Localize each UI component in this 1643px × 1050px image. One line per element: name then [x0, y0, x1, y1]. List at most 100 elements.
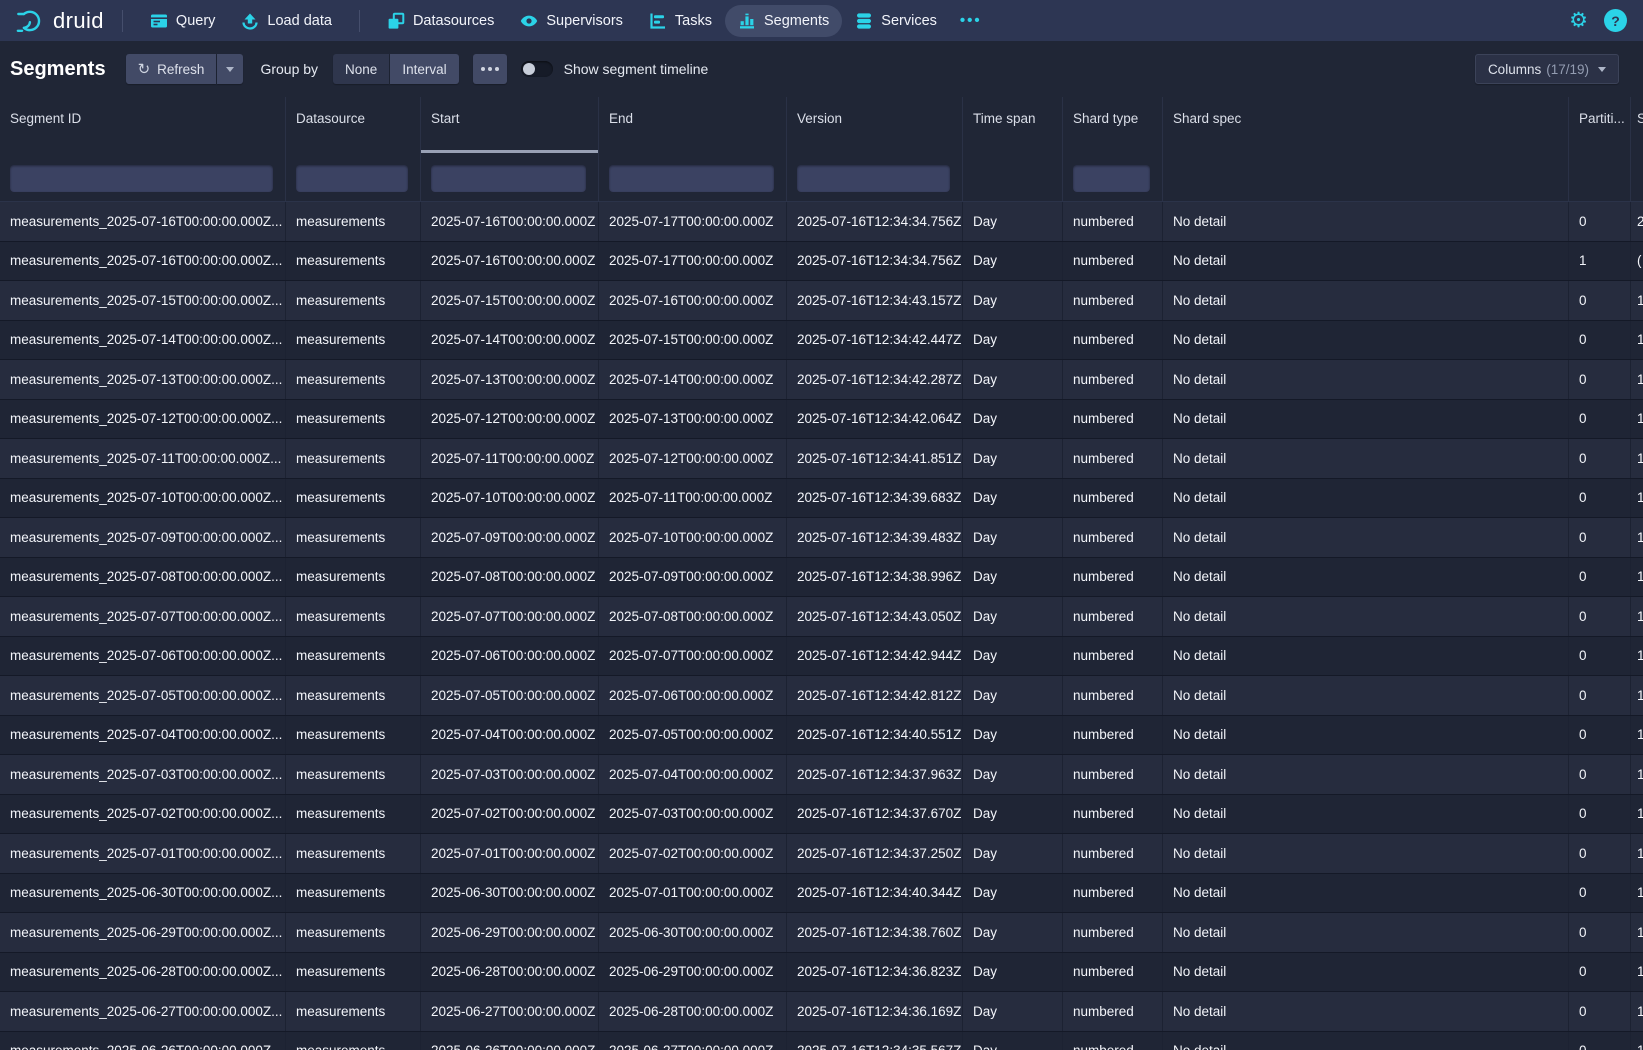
cell-shard-spec: No detail — [1162, 716, 1568, 755]
cell-time-span: Day — [962, 518, 1062, 557]
nav-item-label: Services — [881, 13, 937, 29]
nav-item-label: Load data — [267, 13, 332, 29]
segment-timeline-toggle[interactable] — [521, 61, 553, 77]
column-header-time-span[interactable]: Time span — [962, 97, 1062, 153]
table-row[interactable]: measurements_2025-07-09T00:00:00.000Z...… — [0, 518, 1643, 558]
cell-start: 2025-06-29T00:00:00.000Z — [420, 913, 598, 952]
cell-size: 1 — [1630, 439, 1643, 478]
table-row[interactable]: measurements_2025-07-02T00:00:00.000Z...… — [0, 795, 1643, 835]
cell-shard-type: numbered — [1062, 676, 1162, 715]
cell-partition: 0 — [1568, 755, 1630, 794]
columns-button[interactable]: Columns (17/19) — [1475, 54, 1619, 84]
nav-item-supervisors[interactable]: Supervisors — [507, 5, 636, 37]
column-header-end[interactable]: End — [598, 97, 786, 153]
table-row[interactable]: measurements_2025-07-03T00:00:00.000Z...… — [0, 755, 1643, 795]
table-row[interactable]: measurements_2025-06-28T00:00:00.000Z...… — [0, 953, 1643, 993]
cell-size: 1 — [1630, 795, 1643, 834]
table-row[interactable]: measurements_2025-07-16T00:00:00.000Z...… — [0, 202, 1643, 242]
cell-time-span: Day — [962, 992, 1062, 1031]
cell-version: 2025-07-16T12:34:36.823Z — [786, 953, 962, 992]
filter-input-start[interactable] — [431, 165, 586, 192]
cell-size: 1 — [1630, 558, 1643, 597]
help-icon[interactable]: ? — [1604, 9, 1627, 32]
filter-input-version[interactable] — [797, 165, 950, 192]
column-header-segment-id[interactable]: Segment ID — [0, 97, 285, 153]
cell-datasource: measurements — [285, 242, 420, 281]
nav-more-button[interactable]: ••• — [950, 5, 992, 36]
table-row[interactable]: measurements_2025-07-10T00:00:00.000Z...… — [0, 479, 1643, 519]
cell-partition: 0 — [1568, 597, 1630, 636]
druid-logo[interactable]: druid — [12, 7, 108, 35]
cell-end: 2025-07-06T00:00:00.000Z — [598, 676, 786, 715]
nav-item-datasources[interactable]: Datasources — [374, 5, 507, 37]
cell-size: 1 — [1630, 281, 1643, 320]
table-row[interactable]: measurements_2025-06-27T00:00:00.000Z...… — [0, 992, 1643, 1032]
group-by-interval-button[interactable]: Interval — [390, 54, 458, 84]
cell-shard-type: numbered — [1062, 360, 1162, 399]
cell-end: 2025-07-08T00:00:00.000Z — [598, 597, 786, 636]
table-row[interactable]: measurements_2025-07-05T00:00:00.000Z...… — [0, 676, 1643, 716]
filter-input-shard-type[interactable] — [1073, 165, 1150, 192]
table-row[interactable]: measurements_2025-06-30T00:00:00.000Z...… — [0, 874, 1643, 914]
cell-size: 1 — [1630, 834, 1643, 873]
gantt-icon — [649, 12, 667, 30]
column-header-shard-type[interactable]: Shard type — [1062, 97, 1162, 153]
cell-datasource: measurements — [285, 874, 420, 913]
gear-icon[interactable]: ⚙ — [1569, 10, 1588, 31]
cell-time-span: Day — [962, 400, 1062, 439]
datasources-icon — [387, 12, 405, 30]
table-row[interactable]: measurements_2025-07-01T00:00:00.000Z...… — [0, 834, 1643, 874]
cell-version: 2025-07-16T12:34:38.760Z — [786, 913, 962, 952]
group-by-none-button[interactable]: None — [333, 54, 389, 84]
column-header-start[interactable]: Start — [420, 97, 598, 153]
nav-item-services[interactable]: Services — [842, 5, 950, 37]
cell-end: 2025-06-30T00:00:00.000Z — [598, 913, 786, 952]
cell-start: 2025-07-11T00:00:00.000Z — [420, 439, 598, 478]
nav-item-tasks[interactable]: Tasks — [636, 5, 725, 37]
cell-size: 1 — [1630, 1032, 1643, 1050]
columns-label: Columns — [1488, 62, 1541, 77]
table-row[interactable]: measurements_2025-07-08T00:00:00.000Z...… — [0, 558, 1643, 598]
column-header-shard-spec[interactable]: Shard spec — [1162, 97, 1568, 153]
filter-input-end[interactable] — [609, 165, 774, 192]
column-header-version[interactable]: Version — [786, 97, 962, 153]
cell-partition: 1 — [1568, 242, 1630, 281]
column-header-size[interactable]: S — [1630, 97, 1643, 153]
table-row[interactable]: measurements_2025-07-16T00:00:00.000Z...… — [0, 242, 1643, 282]
cell-version: 2025-07-16T12:34:34.756Z — [786, 202, 962, 241]
table-row[interactable]: measurements_2025-07-15T00:00:00.000Z...… — [0, 281, 1643, 321]
table-row[interactable]: measurements_2025-07-14T00:00:00.000Z...… — [0, 321, 1643, 361]
table-row[interactable]: measurements_2025-07-13T00:00:00.000Z...… — [0, 360, 1643, 400]
table-row[interactable]: measurements_2025-06-29T00:00:00.000Z...… — [0, 913, 1643, 953]
table-row[interactable]: measurements_2025-07-07T00:00:00.000Z...… — [0, 597, 1643, 637]
table-row[interactable]: measurements_2025-06-26T00:00:00.000Z...… — [0, 1032, 1643, 1050]
cell-time-span: Day — [962, 676, 1062, 715]
cell-shard-spec: No detail — [1162, 518, 1568, 557]
nav-item-segments[interactable]: Segments — [725, 5, 842, 37]
table-row[interactable]: measurements_2025-07-11T00:00:00.000Z...… — [0, 439, 1643, 479]
cell-shard-type: numbered — [1062, 834, 1162, 873]
refresh-button[interactable]: ↻ Refresh — [126, 54, 217, 84]
cell-segment-id: measurements_2025-07-16T00:00:00.000Z... — [0, 242, 285, 281]
filter-input-segment-id[interactable] — [10, 165, 273, 192]
cell-shard-type: numbered — [1062, 953, 1162, 992]
query-icon — [150, 12, 168, 30]
refresh-dropdown-button[interactable] — [217, 54, 243, 84]
cell-time-span: Day — [962, 716, 1062, 755]
nav-item-load-data[interactable]: Load data — [228, 5, 345, 37]
column-header-partition[interactable]: Partiti... — [1568, 97, 1630, 153]
table-row[interactable]: measurements_2025-07-12T00:00:00.000Z...… — [0, 400, 1643, 440]
table-row[interactable]: measurements_2025-07-04T00:00:00.000Z...… — [0, 716, 1643, 756]
cell-version: 2025-07-16T12:34:39.683Z — [786, 479, 962, 518]
toolbar: Segments ↻ Refresh Group by None Interva… — [0, 41, 1643, 97]
filter-input-datasource[interactable] — [296, 165, 408, 192]
cell-datasource: measurements — [285, 953, 420, 992]
nav-item-query[interactable]: Query — [137, 5, 229, 37]
cell-partition: 0 — [1568, 913, 1630, 952]
table-row[interactable]: measurements_2025-07-06T00:00:00.000Z...… — [0, 637, 1643, 677]
column-header-datasource[interactable]: Datasource — [285, 97, 420, 153]
cell-datasource: measurements — [285, 400, 420, 439]
toolbar-more-button[interactable] — [473, 54, 507, 84]
cell-time-span: Day — [962, 953, 1062, 992]
cell-time-span: Day — [962, 795, 1062, 834]
